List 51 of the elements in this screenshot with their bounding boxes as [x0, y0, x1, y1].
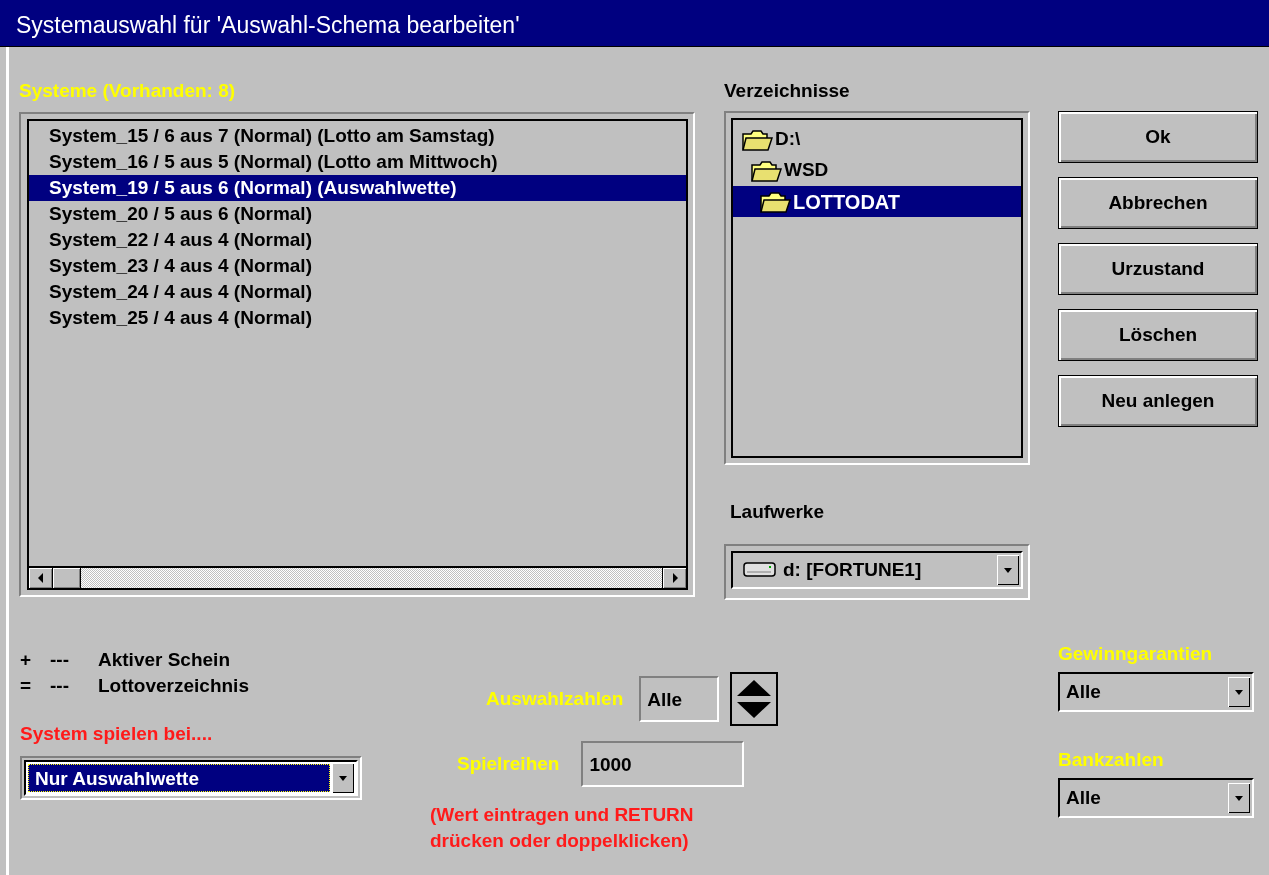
drive-dropdown[interactable]: d: [FORTUNE1]	[731, 551, 1023, 589]
scroll-thumb[interactable]	[53, 568, 81, 588]
system-list-item[interactable]: System_20 / 5 aus 6 (Normal)	[29, 201, 686, 227]
legend-text: Lottoverzeichnis	[98, 674, 249, 698]
selection-numbers-label: Auswahlzahlen	[486, 686, 624, 711]
bank-numbers-dropdown[interactable]: Alle	[1058, 778, 1254, 818]
spin-button[interactable]	[730, 672, 779, 726]
dialog-button[interactable]: Neu anlegen	[1058, 375, 1258, 427]
system-list-item[interactable]: System_19 / 5 aus 6 (Normal) (Auswahlwette)	[29, 175, 686, 201]
dialog-button[interactable]: Urzustand	[1058, 243, 1258, 295]
selection-numbers-field[interactable]: Alle	[639, 676, 720, 722]
system-list-item[interactable]: System_23 / 4 aus 4 (Normal)	[29, 253, 686, 279]
legend-symbol: +	[20, 648, 33, 672]
win-guarantees-dropdown[interactable]: Alle	[1058, 672, 1254, 712]
game-rows-field[interactable]: 1000	[581, 741, 745, 787]
drive-icon	[743, 560, 777, 580]
folder-icon	[759, 189, 791, 214]
horizontal-scrollbar[interactable]	[29, 566, 686, 588]
system-list-item[interactable]: System_25 / 4 aus 4 (Normal)	[29, 305, 686, 331]
play-mode-label: System spielen bei....	[20, 722, 214, 746]
directories-label: Verzeichnisse	[724, 79, 851, 103]
system-list-item[interactable]: System_15 / 6 aus 7 (Normal) (Lotto am Samstag)	[29, 123, 686, 149]
system-list-item[interactable]: System_22 / 4 aus 4 (Normal)	[29, 227, 686, 253]
play-mode-value: Nur Auswahlwette	[28, 764, 330, 792]
directory-name[interactable]: WSD	[784, 156, 829, 185]
legend-text: Aktiver Schein	[98, 648, 230, 672]
bank-numbers-label: Bankzahlen	[1058, 748, 1165, 772]
dropdown-value: Alle	[1065, 785, 1101, 810]
dialog-button[interactable]: Abbrechen	[1058, 177, 1258, 229]
system-list-item[interactable]: System_16 / 5 aus 5 (Normal) (Lotto am Mittwoch)	[29, 149, 686, 175]
win-guarantees-label: Gewinngarantien	[1058, 642, 1214, 666]
system-list-item[interactable]: System_24 / 4 aus 4 (Normal)	[29, 279, 686, 305]
dialog-button[interactable]: Löschen	[1058, 309, 1258, 361]
hint-text: (Wert eintragen und RETURN	[430, 803, 695, 827]
folder-icon	[741, 127, 773, 152]
scroll-left-icon[interactable]	[29, 568, 53, 588]
game-rows-label: Spielreihen	[457, 751, 560, 776]
systems-label: Systeme (Vorhanden: 8)	[19, 79, 237, 103]
scroll-right-icon[interactable]	[662, 568, 686, 588]
drives-label: Laufwerke	[729, 500, 825, 524]
play-mode-dropdown[interactable]: Nur Auswahlwette	[24, 760, 358, 796]
folder-icon	[750, 158, 782, 183]
hint-text: drücken oder doppelklicken)	[430, 829, 690, 853]
legend-dash: ---	[50, 674, 70, 698]
dropdown-value: Alle	[1065, 679, 1101, 704]
directory-name[interactable]: D:\	[775, 125, 801, 154]
legend-dash: ---	[50, 648, 70, 672]
window-title: Systemauswahl für 'Auswahl-Schema bearbeiten'	[0, 0, 1269, 47]
legend-symbol: =	[20, 674, 33, 698]
drive-value: d: [FORTUNE1]	[783, 557, 922, 582]
dialog-button[interactable]: Ok	[1058, 111, 1258, 163]
